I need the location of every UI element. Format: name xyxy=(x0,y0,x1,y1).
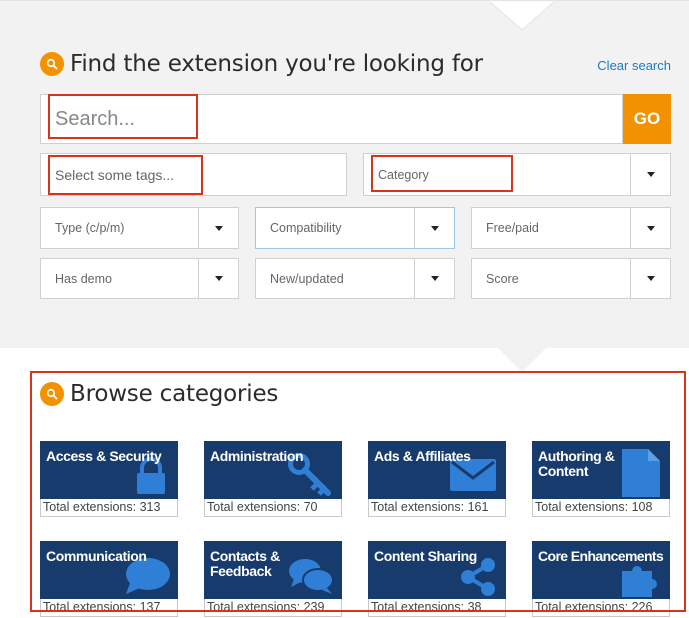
category-card[interactable]: Administration xyxy=(204,441,342,499)
category-tile[interactable]: Access & Security Total extensions: 313 xyxy=(40,441,178,517)
search-heading: Find the extension you're looking for xyxy=(40,50,483,78)
category-count: Total extensions: 70 xyxy=(204,499,342,517)
free-paid-dropdown-toggle[interactable] xyxy=(630,208,670,248)
category-count: Total extensions: 313 xyxy=(40,499,178,517)
category-title: Access & Security xyxy=(46,448,162,464)
category-tile[interactable]: Ads & Affiliates Total extensions: 161 xyxy=(368,441,506,517)
compatibility-label: Compatibility xyxy=(270,221,342,235)
clear-search-link[interactable]: Clear search xyxy=(597,58,671,73)
category-count: Total extensions: 239 xyxy=(204,599,342,617)
category-title: Content Sharing xyxy=(374,548,477,564)
search-input[interactable] xyxy=(41,95,622,143)
category-count: Total extensions: 137 xyxy=(40,599,178,617)
category-title: Contacts & Feedback xyxy=(210,548,280,579)
compatibility-dropdown-toggle[interactable] xyxy=(414,208,454,248)
category-select[interactable]: Category xyxy=(363,153,671,196)
new-updated-select[interactable]: New/updated xyxy=(255,258,455,299)
chevron-down-icon xyxy=(646,276,655,281)
category-title: Core Enhancements xyxy=(538,548,664,564)
category-count: Total extensions: 161 xyxy=(368,499,506,517)
chevron-down-icon xyxy=(646,225,655,231)
chevron-down-icon xyxy=(646,172,655,177)
search-icon xyxy=(40,52,64,76)
category-tile[interactable]: Communication Total extensions: 137 xyxy=(40,541,178,617)
category-tile[interactable]: Contacts & Feedback Total extensions: 23… xyxy=(204,541,342,617)
browse-heading: Browse categories xyxy=(40,380,278,408)
category-label: Category xyxy=(378,167,429,182)
type-label: Type (c/p/m) xyxy=(55,221,125,235)
category-dropdown-toggle[interactable] xyxy=(630,154,670,195)
has-demo-select[interactable]: Has demo xyxy=(40,258,239,299)
category-count: Total extensions: 226 xyxy=(532,599,670,617)
chevron-down-icon xyxy=(430,225,439,231)
tags-placeholder: Select some tags... xyxy=(55,166,175,183)
free-paid-label: Free/paid xyxy=(486,221,539,235)
new-updated-label: New/updated xyxy=(270,271,344,286)
category-card[interactable]: Content Sharing xyxy=(368,541,506,599)
category-count: Total extensions: 108 xyxy=(532,499,670,517)
type-dropdown-toggle[interactable] xyxy=(198,208,238,248)
category-tile[interactable]: Core Enhancements Total extensions: 226 xyxy=(532,541,670,617)
free-paid-select[interactable]: Free/paid xyxy=(471,207,671,249)
chat-bubbles-icon xyxy=(289,559,334,594)
category-card[interactable]: Access & Security xyxy=(40,441,178,499)
search-box xyxy=(40,94,623,144)
go-button[interactable]: GO xyxy=(623,94,671,144)
category-title: Authoring & Content xyxy=(538,448,615,479)
new-updated-dropdown-toggle[interactable] xyxy=(414,259,454,298)
score-dropdown-toggle[interactable] xyxy=(630,259,670,298)
search-heading-text: Find the extension you're looking for xyxy=(70,51,483,77)
compatibility-select[interactable]: Compatibility xyxy=(255,207,455,249)
score-select[interactable]: Score xyxy=(471,258,671,299)
document-icon xyxy=(622,449,660,497)
category-card[interactable]: Contacts & Feedback xyxy=(204,541,342,599)
has-demo-dropdown-toggle[interactable] xyxy=(198,259,238,298)
category-title: Administration xyxy=(210,448,304,464)
panel-notch xyxy=(489,1,555,31)
category-card[interactable]: Core Enhancements xyxy=(532,541,670,599)
score-label: Score xyxy=(486,271,519,286)
has-demo-label: Has demo xyxy=(55,271,112,286)
category-tile[interactable]: Authoring & Content Total extensions: 10… xyxy=(532,441,670,517)
tags-input[interactable]: Select some tags... xyxy=(40,153,347,196)
search-icon xyxy=(40,382,64,406)
category-title: Ads & Affiliates xyxy=(374,448,471,464)
type-select[interactable]: Type (c/p/m) xyxy=(40,207,239,249)
chevron-down-icon xyxy=(214,225,223,231)
category-title: Communication xyxy=(46,548,147,564)
chevron-down-icon xyxy=(430,276,439,281)
category-card[interactable]: Authoring & Content xyxy=(532,441,670,499)
browse-heading-text: Browse categories xyxy=(70,381,279,407)
category-count: Total extensions: 38 xyxy=(368,599,506,617)
puzzle-icon xyxy=(622,566,658,597)
category-tile[interactable]: Administration Total extensions: 70 xyxy=(204,441,342,517)
panel-notch-bottom xyxy=(497,347,547,372)
chevron-down-icon xyxy=(214,276,223,281)
category-card[interactable]: Ads & Affiliates xyxy=(368,441,506,499)
category-tile[interactable]: Content Sharing Total extensions: 38 xyxy=(368,541,506,617)
category-card[interactable]: Communication xyxy=(40,541,178,599)
